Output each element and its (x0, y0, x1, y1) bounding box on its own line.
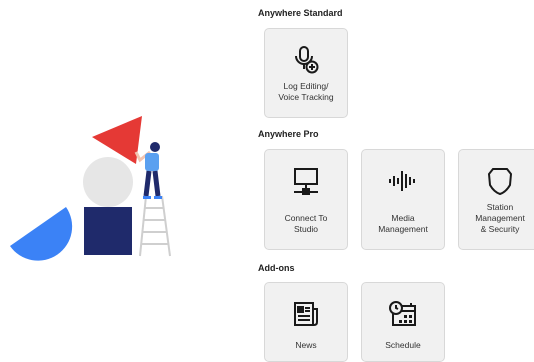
section-title-standard: Anywhere Standard (258, 8, 343, 18)
monitor-network-icon (289, 164, 323, 198)
calendar-clock-icon (386, 297, 420, 331)
tile-label: Connect To Studio (284, 213, 328, 234)
hero-illustration (10, 116, 171, 261)
gray-circle-shape (83, 157, 133, 207)
newspaper-icon (289, 297, 323, 331)
tile-station-security[interactable]: Station Management & Security (458, 149, 534, 250)
microphone-plus-icon (289, 43, 323, 77)
tile-media-management[interactable]: Media Management (361, 149, 445, 250)
navy-square-shape (84, 207, 132, 255)
tile-label: Station Management & Security (475, 202, 525, 234)
blue-half-circle-shape (10, 207, 73, 261)
tile-news[interactable]: News (264, 282, 348, 362)
section-title-addons: Add-ons (258, 263, 295, 273)
tile-label: News (295, 340, 317, 350)
tile-log-editing[interactable]: Log Editing/ Voice Tracking (264, 28, 348, 118)
person-figure (134, 142, 162, 199)
section-title-pro: Anywhere Pro (258, 129, 319, 139)
tile-label: Schedule (385, 340, 421, 350)
tile-connect-studio[interactable]: Connect To Studio (264, 149, 348, 250)
red-triangle-shape (92, 116, 142, 164)
tile-label: Media Management (378, 213, 428, 234)
audio-waveform-icon (386, 164, 420, 198)
tile-schedule[interactable]: Schedule (361, 282, 445, 362)
shield-badge-icon (483, 164, 517, 198)
ladder-shape (139, 195, 171, 257)
tile-label: Log Editing/ Voice Tracking (278, 81, 334, 102)
